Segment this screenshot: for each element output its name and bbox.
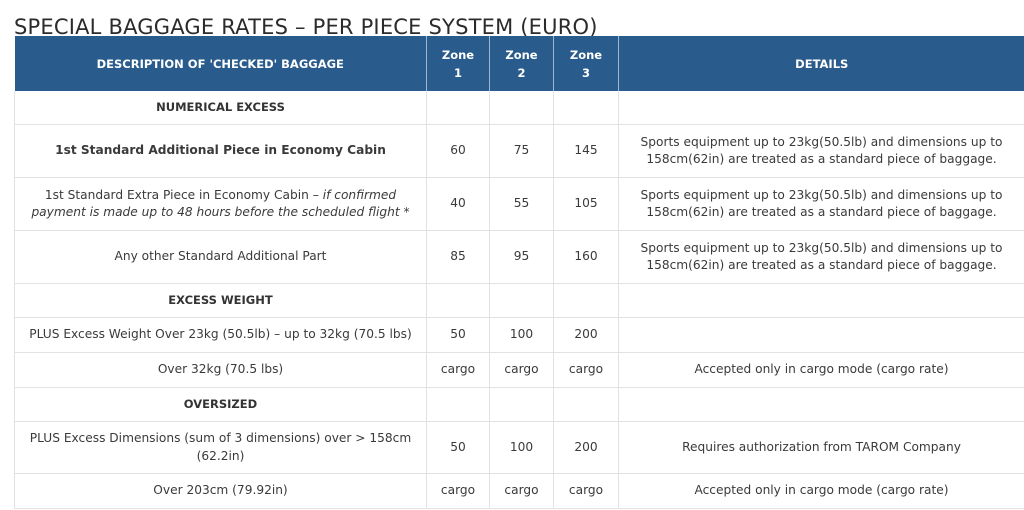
header-description: DESCRIPTION OF 'CHECKED' BAGGAGE xyxy=(14,36,427,91)
row-details: Requires authorization from TAROM Compan… xyxy=(618,421,1024,474)
section-row-excess-weight: EXCESS WEIGHT xyxy=(14,283,1024,318)
table-row: Over 203cm (79.92in) cargo cargo cargo A… xyxy=(14,473,1024,509)
row-zone-1: 40 xyxy=(426,177,490,231)
row-zone-1: cargo xyxy=(426,473,490,509)
baggage-rates-table: DESCRIPTION OF 'CHECKED' BAGGAGE Zone 1 … xyxy=(14,36,1024,509)
table-cell xyxy=(618,283,1024,318)
table-cell xyxy=(489,387,554,422)
row-zone-2: cargo xyxy=(489,352,554,388)
table-cell xyxy=(553,91,619,125)
table-cell xyxy=(553,283,619,318)
row-description: PLUS Excess Weight Over 23kg (50.5lb) – … xyxy=(14,317,427,353)
table-row: PLUS Excess Dimensions (sum of 3 dimensi… xyxy=(14,421,1024,474)
row-details: Accepted only in cargo mode (cargo rate) xyxy=(618,473,1024,509)
row-zone-2: 75 xyxy=(489,124,554,178)
section-row-numerical-excess: NUMERICAL EXCESS xyxy=(14,91,1024,125)
row-zone-3: 160 xyxy=(553,230,619,284)
row-details: Sports equipment up to 23kg(50.5lb) and … xyxy=(618,230,1024,284)
row-zone-3: cargo xyxy=(553,473,619,509)
table-row: Any other Standard Additional Part 85 95… xyxy=(14,230,1024,284)
header-zone-3-number: 3 xyxy=(581,65,590,80)
table-cell xyxy=(426,91,490,125)
row-description: Any other Standard Additional Part xyxy=(14,230,427,284)
table-cell xyxy=(618,91,1024,125)
row-description: PLUS Excess Dimensions (sum of 3 dimensi… xyxy=(14,421,427,474)
table-row: 1st Standard Additional Piece in Economy… xyxy=(14,124,1024,178)
row-description: Over 32kg (70.5 lbs) xyxy=(14,352,427,388)
row-zone-1: cargo xyxy=(426,352,490,388)
row-zone-1: 85 xyxy=(426,230,490,284)
row-description: 1st Standard Extra Piece in Economy Cabi… xyxy=(14,177,427,231)
section-label: OVERSIZED xyxy=(14,387,427,422)
table-body: NUMERICAL EXCESS 1st Standard Additional… xyxy=(14,91,1024,509)
table-cell xyxy=(489,91,554,125)
row-zone-3: 200 xyxy=(553,421,619,474)
section-label: NUMERICAL EXCESS xyxy=(14,91,427,125)
row-zone-3: 200 xyxy=(553,317,619,353)
row-description: 1st Standard Additional Piece in Economy… xyxy=(14,124,427,178)
row-zone-2: 55 xyxy=(489,177,554,231)
table-cell xyxy=(489,283,554,318)
row-zone-3: 145 xyxy=(553,124,619,178)
header-zone-3-label: Zone xyxy=(569,47,603,62)
table-row: Over 32kg (70.5 lbs) cargo cargo cargo A… xyxy=(14,352,1024,388)
row-zone-1: 60 xyxy=(426,124,490,178)
row-description-suffix: * xyxy=(399,205,410,219)
section-label: EXCESS WEIGHT xyxy=(14,283,427,318)
table-cell xyxy=(618,387,1024,422)
row-zone-1: 50 xyxy=(426,421,490,474)
table-row: 1st Standard Extra Piece in Economy Cabi… xyxy=(14,177,1024,231)
row-zone-3: 105 xyxy=(553,177,619,231)
row-zone-2: 95 xyxy=(489,230,554,284)
header-details: DETAILS xyxy=(618,36,1024,91)
table-header: DESCRIPTION OF 'CHECKED' BAGGAGE Zone 1 … xyxy=(14,36,1024,91)
header-zone-3: Zone 3 xyxy=(553,36,619,91)
header-zone-1-label: Zone xyxy=(441,47,475,62)
row-zone-3: cargo xyxy=(553,352,619,388)
table-cell xyxy=(426,387,490,422)
header-zone-2-label: Zone xyxy=(505,47,538,62)
row-zone-2: 100 xyxy=(489,421,554,474)
row-zone-2: 100 xyxy=(489,317,554,353)
header-zone-1: Zone 1 xyxy=(426,36,490,91)
row-details: Sports equipment up to 23kg(50.5lb) and … xyxy=(618,177,1024,231)
row-details: Accepted only in cargo mode (cargo rate) xyxy=(618,352,1024,388)
table-cell xyxy=(426,283,490,318)
row-zone-2: cargo xyxy=(489,473,554,509)
row-description: Over 203cm (79.92in) xyxy=(14,473,427,509)
row-details xyxy=(618,317,1024,353)
table-row: PLUS Excess Weight Over 23kg (50.5lb) – … xyxy=(14,317,1024,353)
row-zone-1: 50 xyxy=(426,317,490,353)
row-description-main: 1st Standard Extra Piece in Economy Cabi… xyxy=(44,187,323,202)
header-zone-2-number: 2 xyxy=(517,65,526,80)
row-details: Sports equipment up to 23kg(50.5lb) and … xyxy=(618,124,1024,178)
table-cell xyxy=(553,387,619,422)
header-zone-1-number: 1 xyxy=(453,65,462,80)
section-row-oversized: OVERSIZED xyxy=(14,387,1024,422)
header-zone-2: Zone 2 xyxy=(489,36,554,91)
